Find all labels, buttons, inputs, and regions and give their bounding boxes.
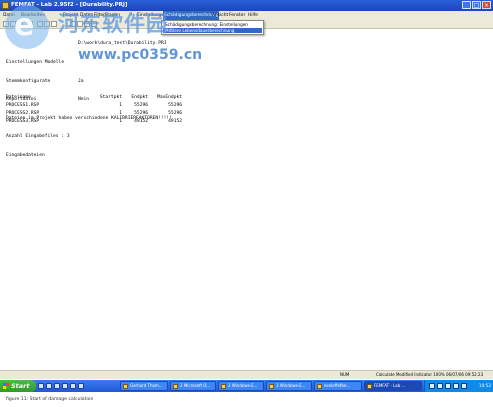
close-button[interactable]: ×: [482, 1, 491, 9]
task-label: eceleffefbe...: [324, 383, 351, 388]
header-startpkt: Startpkt: [99, 95, 122, 100]
dropdown-menu: Schädigungsberechnung: Einstellungen Mit…: [161, 20, 264, 35]
header-endpkt: Endpkt: [131, 95, 148, 100]
status-info: Calculate Modified Indicator 100% 06/07/…: [376, 372, 484, 377]
network-icon[interactable]: [429, 383, 435, 389]
task-icon: [367, 384, 372, 389]
task-label: 3 Windows-E...: [276, 383, 306, 388]
cell-file: PROCESS1.RSP: [6, 103, 40, 108]
menu-datei[interactable]: Datei: [2, 11, 16, 20]
taskbar: Start Gerhard Thom... 2 Microsoft O... 2…: [0, 380, 493, 392]
cell-start: 1: [119, 103, 122, 108]
task-icon: [221, 384, 226, 389]
taskbar-item[interactable]: 2 Windows-E...: [218, 381, 264, 391]
menu-bearbeiten[interactable]: Bearbeiten: [20, 11, 46, 20]
application-window: FEMFAT - Lab 2.95f2 - [Durability.PRJ] _…: [0, 0, 493, 380]
task-label: FEMFAT - Lab ...: [374, 383, 406, 388]
menu-ansicht[interactable]: Ansicht: [211, 11, 229, 20]
copy-icon[interactable]: [44, 21, 50, 27]
cell-maxend: 55296: [168, 111, 182, 116]
clock: 10:52: [478, 383, 491, 388]
menu-hilfe[interactable]: Hilfe: [247, 11, 259, 20]
project-path: D:\work\dura_test\Durability.PRJ: [78, 41, 167, 47]
window-title: FEMFAT - Lab 2.95f2 - [Durability.PRJ]: [11, 2, 128, 8]
cut-icon[interactable]: [37, 21, 43, 27]
maximize-button[interactable]: □: [472, 1, 481, 9]
app-icon: [2, 2, 9, 9]
desktop-icon[interactable]: [54, 383, 60, 389]
menu-daten[interactable]: Daten: [79, 11, 94, 20]
cell-start: 1: [119, 119, 122, 124]
paste-icon[interactable]: [51, 21, 57, 27]
chart-icon[interactable]: [77, 21, 83, 27]
update-icon[interactable]: [453, 383, 459, 389]
cell-end: 55296: [134, 111, 148, 116]
title-bar[interactable]: FEMFAT - Lab 2.95f2 - [Durability.PRJ] _…: [0, 0, 493, 11]
status-bar: NUM Calculate Modified Indicator 100% 06…: [0, 370, 493, 379]
task-icon: [317, 384, 322, 389]
taskbar-item[interactable]: 2 Microsoft O...: [170, 381, 216, 391]
task-label: 2 Windows-E...: [228, 383, 258, 388]
start-button[interactable]: Start: [0, 380, 36, 392]
menu-item-calculation[interactable]: Mittlere Lebensdauerberechnung: [163, 28, 262, 33]
line-input-files: Eingabedateien: [6, 152, 45, 158]
windows-logo-icon: [3, 383, 9, 389]
start-label: Start: [11, 382, 30, 390]
task-icon: [269, 384, 274, 389]
table-row: PROCESS1.RSP 1 55296 55296: [6, 103, 206, 111]
explorer-icon[interactable]: [70, 383, 76, 389]
task-icon: [173, 384, 178, 389]
line-settings: Einstellungen Modelle: [6, 60, 65, 65]
header-maxendpkt: MaxEndpkt: [157, 95, 182, 100]
filter-icon[interactable]: [84, 21, 90, 27]
new-file-icon[interactable]: [3, 21, 9, 27]
input-file-table: Dateiname Startpkt Endpkt MaxEndpkt PROC…: [6, 95, 206, 127]
ie-icon[interactable]: [38, 383, 44, 389]
header-dateiname: Dateiname: [6, 95, 31, 100]
cell-maxend: 55296: [168, 103, 182, 108]
window-controls: _ □ ×: [462, 1, 491, 9]
printer-icon[interactable]: [461, 383, 467, 389]
taskbar-item[interactable]: 3 Windows-E...: [266, 381, 312, 391]
task-label: 2 Microsoft O...: [180, 383, 211, 388]
security-icon[interactable]: [445, 383, 451, 389]
quick-launch: [38, 383, 84, 389]
taskbar-item[interactable]: eceleffefbe...: [314, 381, 362, 391]
menu-fragen[interactable]: Fragen: [104, 11, 121, 20]
table-row: PROCESS3.RSP 1 49152 49152: [6, 119, 206, 127]
table-header: Dateiname Startpkt Endpkt MaxEndpkt: [6, 95, 206, 103]
print-icon[interactable]: [27, 21, 33, 27]
calculate-icon[interactable]: [70, 21, 76, 27]
cell-start: 1: [119, 111, 122, 116]
app-launch-icon[interactable]: [78, 383, 84, 389]
taskbar-item[interactable]: Gerhard Thom...: [120, 381, 168, 391]
open-folder-icon[interactable]: [10, 21, 16, 27]
save-icon[interactable]: [17, 21, 23, 27]
cell-end: 49152: [134, 119, 148, 124]
system-tray: 10:52: [424, 380, 493, 392]
menu-projekt[interactable]: Projekt: [62, 11, 79, 20]
menu-fenster[interactable]: Fenster: [228, 11, 246, 20]
help-icon[interactable]: [91, 21, 97, 27]
cell-file: PROCESS3.RSP: [6, 119, 40, 124]
cell-end: 55296: [134, 103, 148, 108]
menu-help-q[interactable]: ?: [129, 11, 133, 20]
table-row: PROCESS2.RSP 1 55296 55296: [6, 111, 206, 119]
volume-icon[interactable]: [437, 383, 443, 389]
status-num: NUM: [340, 372, 350, 377]
line-stemm: Stemmkonfigurate Ja: [6, 78, 84, 84]
taskbar-item-active[interactable]: FEMFAT - Lab ...: [364, 381, 422, 391]
task-icon: [123, 384, 128, 389]
minimize-button[interactable]: _: [462, 1, 471, 9]
menu-item-settings[interactable]: Schädigungsberechnung: Einstellungen: [163, 22, 262, 27]
line-count: Anzahl Eingabefiles : 3: [6, 134, 70, 140]
figure-caption: figure 11: Start of damage calculation: [6, 397, 94, 402]
media-icon[interactable]: [62, 383, 68, 389]
task-label: Gerhard Thom...: [130, 383, 163, 388]
cell-maxend: 49152: [168, 119, 182, 124]
outlook-icon[interactable]: [46, 383, 52, 389]
cell-file: PROCESS2.RSP: [6, 111, 40, 116]
